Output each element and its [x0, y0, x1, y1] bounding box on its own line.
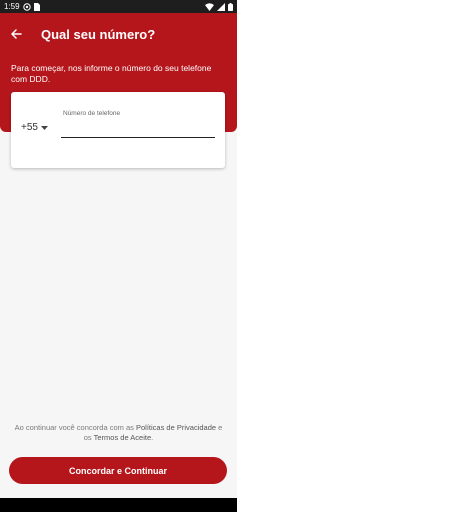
sim-card-icon — [33, 2, 40, 11]
phone-number-input[interactable]: Número de telefone — [61, 108, 215, 138]
country-code-value: +55 — [21, 122, 38, 133]
page-title: Qual seu número? — [41, 27, 156, 42]
terms-text: Ao continuar você concorda com as Políti… — [14, 423, 223, 443]
wifi-icon — [205, 2, 214, 11]
terms-suffix: . — [151, 433, 154, 442]
status-left: 1:59 — [4, 2, 40, 11]
battery-icon — [228, 2, 233, 11]
status-right — [205, 2, 233, 11]
caret-down-icon — [40, 125, 48, 130]
status-bar: 1:59 — [0, 0, 237, 13]
agree-continue-label: Concordar e Continuar — [68, 465, 167, 476]
terms-of-acceptance-link[interactable]: Termos de Aceite — [94, 433, 152, 442]
phone-number-label: Número de telefone — [63, 110, 121, 117]
status-time: 1:59 — [4, 2, 20, 11]
terms-prefix: Ao continuar você concorda com as — [14, 423, 136, 432]
country-code-selector[interactable]: +55 — [21, 122, 48, 133]
phone-screen: 1:59 Qual seu número? Para começar, nos … — [0, 0, 237, 512]
back-arrow-icon[interactable] — [9, 27, 23, 41]
page-subtitle: Para começar, nos informe o número do se… — [11, 63, 212, 84]
signal-icon — [217, 2, 225, 11]
phone-input-card: +55 Número de telefone — [11, 92, 225, 168]
at-sign-icon — [22, 2, 31, 11]
privacy-policy-link[interactable]: Políticas de Privacidade — [136, 423, 216, 432]
navigation-bar — [0, 498, 237, 512]
agree-continue-button[interactable]: Concordar e Continuar — [9, 457, 227, 484]
